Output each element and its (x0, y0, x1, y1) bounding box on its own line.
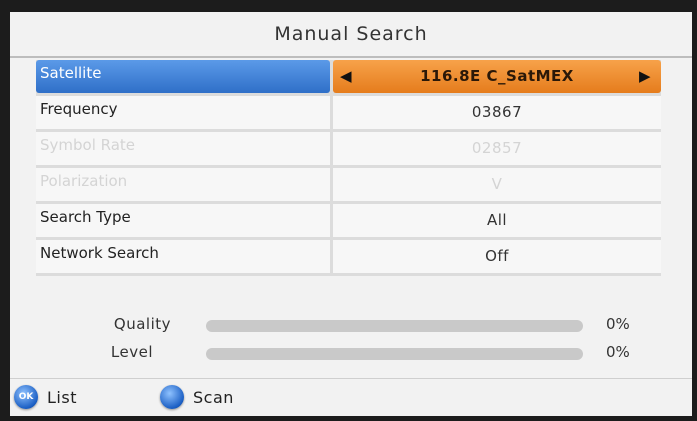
quality-label: Quality (113, 315, 171, 333)
setting-value-frequency[interactable]: 03867 (333, 96, 661, 129)
setting-row-symbol-rate: Symbol Rate 02857 (36, 132, 661, 165)
quality-bar (206, 320, 583, 332)
setting-label-search-type: Search Type (36, 204, 330, 237)
setting-row-satellite[interactable]: Satellite ◀ 116.8E C_SatMEX ▶ (36, 60, 661, 93)
settings-table: Satellite ◀ 116.8E C_SatMEX ▶ Frequency … (36, 60, 661, 276)
quality-percent: 0% (606, 315, 630, 333)
list-key[interactable]: OK List (14, 384, 77, 410)
blue-button-icon[interactable] (160, 385, 184, 409)
level-percent: 0% (606, 343, 630, 361)
setting-value-search-type[interactable]: All (333, 204, 661, 237)
level-label: Level (110, 343, 153, 361)
setting-value-polarization: V (333, 168, 661, 201)
level-bar (206, 348, 583, 360)
setting-value-network-search[interactable]: Off (333, 240, 661, 273)
setting-row-search-type[interactable]: Search Type All (36, 204, 661, 237)
ok-button-icon[interactable]: OK (14, 385, 38, 409)
setting-label-network-search: Network Search (36, 240, 330, 273)
satellite-selector[interactable]: ◀ 116.8E C_SatMEX ▶ (333, 60, 661, 93)
manual-search-screen: Manual Search Satellite ◀ 116.8E C_SatME… (10, 12, 692, 416)
triangle-right-icon[interactable]: ▶ (639, 60, 651, 93)
setting-row-network-search[interactable]: Network Search Off (36, 240, 661, 273)
setting-value-symbol-rate: 02857 (333, 132, 661, 165)
page-title: Manual Search (274, 23, 428, 45)
setting-label-frequency: Frequency (36, 96, 330, 129)
title-divider (10, 56, 692, 58)
scan-key[interactable]: Scan (160, 384, 234, 410)
setting-label-polarization: Polarization (36, 168, 330, 201)
setting-row-polarization: Polarization V (36, 168, 661, 201)
footer-bar: OK List Scan (10, 379, 692, 416)
triangle-left-icon[interactable]: ◀ (340, 60, 352, 93)
setting-value-satellite: 116.8E C_SatMEX (420, 67, 574, 85)
setting-label-satellite: Satellite (36, 60, 330, 93)
setting-label-symbol-rate: Symbol Rate (36, 132, 330, 165)
list-key-label: List (47, 387, 77, 407)
scan-key-label: Scan (193, 387, 234, 407)
setting-row-frequency[interactable]: Frequency 03867 (36, 96, 661, 129)
